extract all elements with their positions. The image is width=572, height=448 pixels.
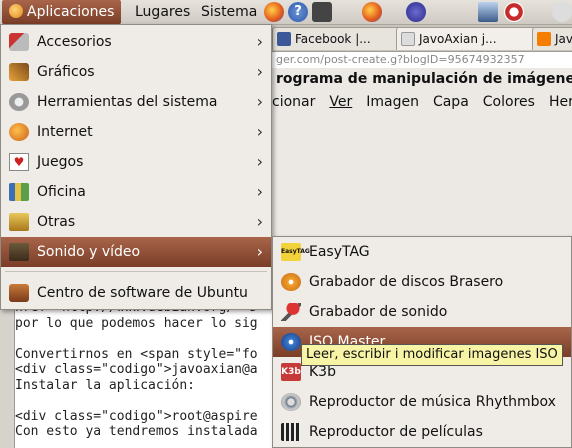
system-menu[interactable]: Sistema	[194, 0, 264, 24]
internet-icon	[9, 123, 29, 141]
facebook-icon	[277, 32, 291, 46]
submenu-item-easytag[interactable]: EasyTAG EasyTAG	[273, 237, 571, 267]
tab-blogger[interactable]: Jav	[532, 27, 572, 50]
menu-item-graficos[interactable]: Gráficos ›	[1, 57, 271, 87]
submenu-item-movie-player[interactable]: Reproductor de películas	[273, 417, 571, 447]
blogger-icon	[537, 32, 551, 46]
menu-item-internet[interactable]: Internet ›	[1, 117, 271, 147]
menu-item-software-center[interactable]: Centro de software de Ubuntu	[1, 278, 271, 308]
firefox-launcher-icon[interactable]	[264, 2, 284, 22]
url-fragment: ger.com/post-create.g?blogID=95674932357	[270, 52, 572, 68]
eclipse-window-icon[interactable]	[406, 2, 426, 22]
iso-master-icon	[281, 333, 301, 351]
window-icon[interactable]	[552, 2, 572, 22]
editor-line: Convertirnos en <span style="fo	[15, 346, 258, 362]
firefox-window-icon[interactable]	[362, 2, 382, 22]
accessories-icon	[9, 33, 29, 51]
chevron-right-icon: ›	[256, 32, 263, 51]
page-icon	[401, 32, 415, 46]
editor-line: Con esto ya tendremos instalada	[15, 424, 258, 439]
menu-item-accesorios[interactable]: Accesorios ›	[1, 27, 271, 57]
submenu-item-rhythmbox[interactable]: Reproductor de música Rhythmbox	[273, 387, 571, 417]
editor-line: por lo que podemos hacer lo sig	[15, 315, 258, 331]
lock-screen-icon[interactable]	[312, 2, 332, 22]
rhythmbox-icon	[281, 393, 301, 411]
tab-facebook[interactable]: Facebook |...✕	[272, 27, 412, 50]
k3b-icon: K3b	[281, 363, 301, 381]
menu-item-herramientas[interactable]: Herramientas del sistema ›	[1, 87, 271, 117]
browser-tab-bar: Facebook |...✕ JavoAxian j...✕ Jav	[270, 25, 572, 52]
top-panel: Aplicaciones Lugares Sistema ?	[0, 0, 572, 25]
menu-item-oficina[interactable]: Oficina ›	[1, 177, 271, 207]
tab-javoaxian[interactable]: JavoAxian j...✕	[396, 27, 550, 50]
places-menu[interactable]: Lugares	[128, 0, 197, 24]
other-icon	[9, 213, 29, 231]
help-icon[interactable]: ?	[288, 2, 308, 22]
editor-line: Instalar la aplicación:	[15, 377, 196, 393]
image-window-icon[interactable]	[478, 2, 498, 22]
menu-separator	[5, 271, 267, 272]
chevron-right-icon: ›	[256, 152, 263, 171]
debian-window-icon[interactable]	[504, 2, 524, 22]
movie-player-icon	[281, 423, 301, 441]
games-icon: ♥	[9, 153, 29, 171]
menu-item-juegos[interactable]: ♥ Juegos ›	[1, 147, 271, 177]
ubuntu-logo-icon	[9, 4, 23, 18]
software-center-icon	[9, 284, 29, 302]
office-icon	[9, 183, 29, 201]
gimp-menubar: cionar Ver Imagen Capa Colores Herra	[270, 90, 572, 114]
sound-video-icon	[9, 243, 29, 261]
tooltip: Leer, escribir i modificar imagenes ISO	[301, 344, 563, 366]
chevron-right-icon: ›	[256, 122, 263, 141]
menu-imagen[interactable]: Imagen	[366, 94, 419, 110]
chevron-right-icon: ›	[256, 62, 263, 81]
chevron-right-icon: ›	[256, 242, 263, 261]
graphics-icon	[9, 63, 29, 81]
sound-video-submenu: EasyTAG EasyTAG Grabador de discos Brase…	[272, 236, 572, 448]
menu-item-sonido-video[interactable]: Sonido y vídeo ›	[1, 237, 271, 267]
applications-menu[interactable]: Aplicaciones	[2, 0, 122, 24]
chevron-right-icon: ›	[256, 212, 263, 231]
microphone-icon	[281, 303, 301, 321]
easytag-icon: EasyTAG	[281, 243, 310, 261]
submenu-item-brasero[interactable]: Grabador de discos Brasero	[273, 267, 571, 297]
system-tools-icon	[9, 93, 29, 111]
menu-ver[interactable]: Ver	[329, 94, 352, 110]
applications-dropdown: Accesorios › Gráficos › Herramientas del s…	[0, 24, 272, 310]
submenu-item-sound-recorder[interactable]: Grabador de sonido	[273, 297, 571, 327]
menu-herramientas[interactable]: Herra	[549, 94, 572, 110]
editor-line: <div class="codigo">javoaxian@a	[15, 362, 258, 377]
editor-line: <div class="codigo">root@aspire	[15, 408, 258, 424]
menu-seleccionar[interactable]: cionar	[272, 94, 315, 110]
chevron-right-icon: ›	[256, 182, 263, 201]
menu-item-otras[interactable]: Otras ›	[1, 207, 271, 237]
menu-colores[interactable]: Colores	[483, 94, 535, 110]
editor-gutter	[0, 300, 14, 448]
code-editor[interactable]: href= http://www.debian.org/ >Dpor lo qu…	[14, 300, 275, 448]
page-title: rograma de manipulación de imágenes de	[270, 68, 572, 90]
menu-capa[interactable]: Capa	[433, 94, 469, 110]
chevron-right-icon: ›	[256, 92, 263, 111]
brasero-icon	[281, 273, 301, 291]
